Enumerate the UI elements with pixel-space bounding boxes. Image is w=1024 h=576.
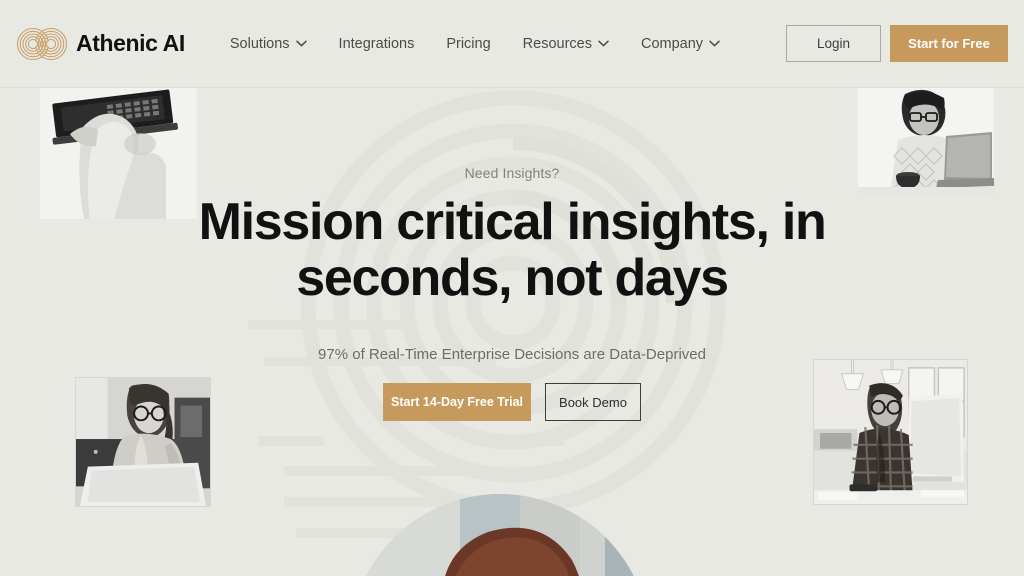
nav-item-integrations[interactable]: Integrations <box>339 36 415 52</box>
chevron-down-icon <box>295 40 307 47</box>
start-for-free-button[interactable]: Start for Free <box>890 25 1008 62</box>
nav-label: Pricing <box>446 35 491 52</box>
hero-headline: Mission critical insights, in seconds, n… <box>198 193 827 308</box>
chevron-down-icon <box>709 40 720 47</box>
nav-label: Resources <box>522 35 592 52</box>
hero-subheadline: 97% of Real-Time Enterprise Decisions ar… <box>318 346 706 364</box>
hero-cta-row: Start 14-Day Free Trial Book Demo <box>0 383 1024 422</box>
nav-label: Company <box>640 35 704 52</box>
nav-item-pricing[interactable]: Pricing <box>446 36 490 52</box>
skeleton-bar <box>518 436 564 446</box>
start-free-trial-button[interactable]: Start 14-Day Free Trial <box>383 383 531 422</box>
skeleton-bar <box>284 466 488 476</box>
hero-content: Need Insights? Mission critical insights… <box>0 88 1024 422</box>
header-actions: Login Start for Free <box>786 25 1008 62</box>
nav-item-solutions[interactable]: Solutions <box>230 36 307 52</box>
hero-section: Need Insights? Mission critical insights… <box>0 88 1024 576</box>
site-header: Athenic AI Solutions Integrations Pricin… <box>0 0 1024 88</box>
skeleton-bar <box>258 436 324 446</box>
primary-navigation: Solutions Integrations Pricing Resources… <box>230 36 752 52</box>
nav-item-company[interactable]: Company <box>641 36 720 52</box>
book-demo-button[interactable]: Book Demo <box>545 383 641 422</box>
nav-item-resources[interactable]: Resources <box>523 36 609 52</box>
nav-label: Solutions <box>229 35 290 52</box>
infinity-rings-logo-icon <box>16 27 68 61</box>
brand-name: Athenic AI <box>76 30 185 56</box>
brand-logo[interactable]: Athenic AI <box>16 27 185 61</box>
login-button[interactable]: Login <box>786 25 881 62</box>
nav-label: Integrations <box>338 35 415 52</box>
hero-eyebrow: Need Insights? <box>464 165 560 181</box>
page-root: Athenic AI Solutions Integrations Pricin… <box>0 0 1024 576</box>
chevron-down-icon <box>598 40 609 47</box>
